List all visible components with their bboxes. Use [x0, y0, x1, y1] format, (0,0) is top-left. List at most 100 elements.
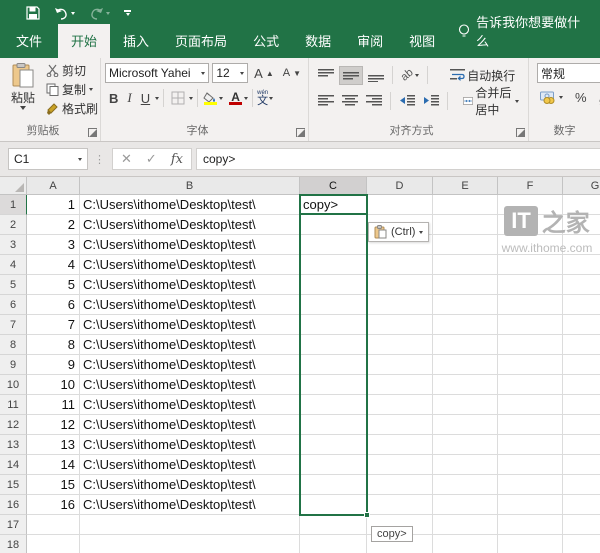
- cell-A2[interactable]: 2: [27, 215, 80, 235]
- merge-center-button[interactable]: 合并后居中: [460, 82, 522, 120]
- cell-F5[interactable]: [498, 275, 563, 295]
- cell-B11[interactable]: C:\Users\ithome\Desktop\test\: [80, 395, 300, 415]
- formula-input[interactable]: copy>: [195, 148, 600, 170]
- name-box[interactable]: C1: [8, 148, 88, 170]
- cell-B9[interactable]: C:\Users\ithome\Desktop\test\: [80, 355, 300, 375]
- fill-handle[interactable]: [364, 512, 370, 518]
- align-middle-button[interactable]: [339, 65, 363, 85]
- cell-A18[interactable]: [27, 535, 80, 553]
- cell-G15[interactable]: [563, 475, 600, 495]
- cell-F3[interactable]: [498, 235, 563, 255]
- cell-D10[interactable]: [367, 375, 433, 395]
- orientation-button[interactable]: ab: [398, 66, 422, 84]
- cell-G7[interactable]: [563, 315, 600, 335]
- cell-C9[interactable]: [300, 355, 367, 375]
- row-header-18[interactable]: 18: [0, 535, 27, 553]
- insert-function-button[interactable]: fx: [171, 152, 183, 167]
- column-header-G[interactable]: G: [563, 177, 600, 195]
- borders-button[interactable]: [168, 90, 188, 106]
- cell-C2[interactable]: [300, 215, 367, 235]
- tab-home[interactable]: 开始: [58, 24, 111, 58]
- cell-A9[interactable]: 9: [27, 355, 80, 375]
- accounting-format-button[interactable]: [537, 90, 566, 105]
- comma-style-button[interactable]: ,: [596, 88, 600, 107]
- cell-E2[interactable]: [433, 215, 498, 235]
- percent-style-button[interactable]: %: [572, 89, 590, 106]
- cell-D1[interactable]: [367, 195, 433, 215]
- font-color-button[interactable]: A: [228, 91, 243, 105]
- cell-G16[interactable]: [563, 495, 600, 515]
- row-header-7[interactable]: 7: [0, 315, 27, 335]
- row-header-12[interactable]: 12: [0, 415, 27, 435]
- cell-D8[interactable]: [367, 335, 433, 355]
- cell-F2[interactable]: [498, 215, 563, 235]
- cell-C8[interactable]: [300, 335, 367, 355]
- cell-G10[interactable]: [563, 375, 600, 395]
- formula-bar-divider[interactable]: ⋮: [94, 153, 106, 166]
- cell-F1[interactable]: [498, 195, 563, 215]
- format-painter-button[interactable]: 格式刷: [43, 99, 101, 118]
- paste-options-button[interactable]: (Ctrl): [368, 222, 430, 242]
- cell-A12[interactable]: 12: [27, 415, 80, 435]
- phonetic-dropdown-icon[interactable]: [269, 96, 274, 100]
- cell-A15[interactable]: 15: [27, 475, 80, 495]
- font-color-dropdown-icon[interactable]: [244, 96, 249, 100]
- cell-A3[interactable]: 3: [27, 235, 80, 255]
- cell-C10[interactable]: [300, 375, 367, 395]
- cell-C6[interactable]: [300, 295, 367, 315]
- decrease-font-button[interactable]: A ▼: [280, 66, 304, 80]
- row-header-15[interactable]: 15: [0, 475, 27, 495]
- cut-button[interactable]: 剪切: [43, 61, 101, 80]
- cell-D9[interactable]: [367, 355, 433, 375]
- cell-E11[interactable]: [433, 395, 498, 415]
- cell-F16[interactable]: [498, 495, 563, 515]
- cell-B17[interactable]: [80, 515, 300, 535]
- cell-G13[interactable]: [563, 435, 600, 455]
- cell-B14[interactable]: C:\Users\ithome\Desktop\test\: [80, 455, 300, 475]
- redo-button[interactable]: [89, 7, 110, 20]
- cell-E1[interactable]: [433, 195, 498, 215]
- undo-button[interactable]: [54, 7, 75, 20]
- customize-qat-button[interactable]: [124, 10, 131, 16]
- font-name-combo[interactable]: Microsoft Yahei: [105, 63, 210, 83]
- cell-A7[interactable]: 7: [27, 315, 80, 335]
- cell-F13[interactable]: [498, 435, 563, 455]
- cell-D12[interactable]: [367, 415, 433, 435]
- cell-D16[interactable]: [367, 495, 433, 515]
- phonetic-guide-button[interactable]: wén 文: [257, 90, 268, 107]
- cell-F11[interactable]: [498, 395, 563, 415]
- copy-button[interactable]: 复制: [43, 80, 101, 99]
- row-header-2[interactable]: 2: [0, 215, 27, 235]
- cell-F10[interactable]: [498, 375, 563, 395]
- underline-button[interactable]: U: [137, 90, 154, 107]
- cell-C15[interactable]: [300, 475, 367, 495]
- select-all-corner[interactable]: [0, 177, 27, 195]
- cell-A17[interactable]: [27, 515, 80, 535]
- cell-G3[interactable]: [563, 235, 600, 255]
- cell-B15[interactable]: C:\Users\ithome\Desktop\test\: [80, 475, 300, 495]
- borders-dropdown-icon[interactable]: [189, 96, 194, 100]
- cell-D11[interactable]: [367, 395, 433, 415]
- cell-C3[interactable]: [300, 235, 367, 255]
- increase-font-button[interactable]: A ▲: [251, 65, 277, 82]
- cell-G4[interactable]: [563, 255, 600, 275]
- tab-item-4[interactable]: 数据: [292, 24, 344, 58]
- cell-C1[interactable]: copy>: [300, 195, 367, 215]
- cell-E7[interactable]: [433, 315, 498, 335]
- cell-E18[interactable]: [433, 535, 498, 553]
- cell-E10[interactable]: [433, 375, 498, 395]
- row-header-8[interactable]: 8: [0, 335, 27, 355]
- cell-D5[interactable]: [367, 275, 433, 295]
- cell-D4[interactable]: [367, 255, 433, 275]
- tab-item-6[interactable]: 视图: [396, 24, 448, 58]
- clipboard-dialog-launcher-icon[interactable]: [88, 128, 97, 137]
- cell-D6[interactable]: [367, 295, 433, 315]
- cell-B5[interactable]: C:\Users\ithome\Desktop\test\: [80, 275, 300, 295]
- align-left-button[interactable]: [315, 93, 337, 109]
- cell-D7[interactable]: [367, 315, 433, 335]
- cell-E6[interactable]: [433, 295, 498, 315]
- cell-E13[interactable]: [433, 435, 498, 455]
- cell-B12[interactable]: C:\Users\ithome\Desktop\test\: [80, 415, 300, 435]
- cell-G2[interactable]: [563, 215, 600, 235]
- cell-B6[interactable]: C:\Users\ithome\Desktop\test\: [80, 295, 300, 315]
